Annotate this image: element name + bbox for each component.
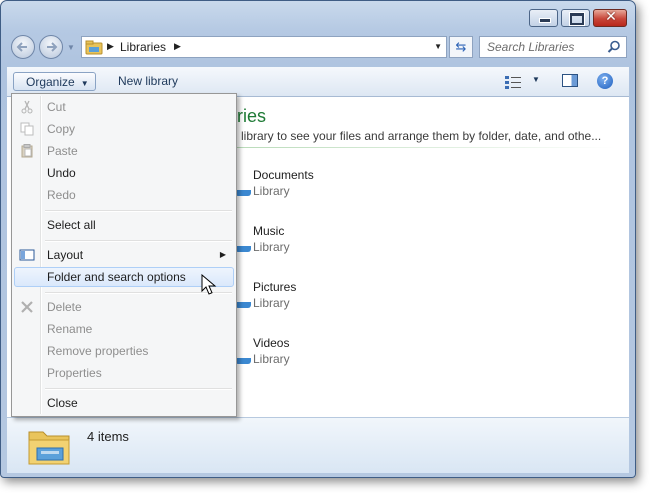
page-description: library to see your files and arrange th…: [241, 129, 602, 143]
address-history-chevron-down-icon[interactable]: ▼: [434, 42, 442, 51]
library-thumbnail-icon: [235, 190, 251, 196]
copy-icon: [20, 122, 34, 136]
menu-separator: [45, 210, 232, 212]
menu-item-label: Cut: [47, 100, 66, 114]
library-item-videos[interactable]: Videos Library: [253, 336, 290, 366]
submenu-arrow-icon: ▶: [219, 250, 226, 259]
search-input[interactable]: Search Libraries: [479, 36, 627, 58]
menu-item-label: Folder and search options: [47, 270, 186, 284]
menu-item-label: Remove properties: [47, 344, 149, 358]
divider: [235, 147, 615, 148]
preview-pane-icon[interactable]: [562, 74, 578, 87]
library-item-pictures[interactable]: Pictures Library: [253, 280, 296, 310]
page-title: ries: [237, 106, 267, 126]
search-icon[interactable]: [607, 40, 621, 54]
close-icon: ✕: [605, 9, 617, 25]
menu-item-label: Properties: [47, 366, 102, 380]
menu-item-properties[interactable]: Properties: [14, 363, 234, 383]
menu-item-layout[interactable]: Layout ▶: [14, 245, 234, 265]
library-type: Library: [253, 240, 290, 254]
scissors-icon: [21, 100, 33, 114]
forward-button[interactable]: [39, 35, 63, 59]
refresh-button[interactable]: ⇆: [449, 36, 473, 58]
library-name: Music: [253, 224, 285, 238]
refresh-icon: ⇆: [455, 39, 467, 54]
maximize-icon: [570, 13, 584, 25]
search-placeholder: Search Libraries: [487, 40, 575, 54]
recent-pages-chevron-down-icon[interactable]: ▼: [67, 43, 75, 52]
menu-item-label: Copy: [47, 122, 76, 136]
menu-item-label: Paste: [47, 144, 78, 158]
menu-item-close[interactable]: Close: [14, 393, 234, 413]
menu-item-label: Undo: [47, 166, 76, 180]
organize-label: Organize: [26, 75, 75, 89]
menu-item-copy[interactable]: Copy: [14, 119, 234, 139]
organize-menu: Cut Copy Paste Undo Redo Select all Layo…: [11, 93, 237, 417]
library-item-music[interactable]: Music Library: [253, 224, 290, 254]
close-button[interactable]: ✕: [593, 9, 627, 27]
menu-item-paste[interactable]: Paste: [14, 141, 234, 161]
back-arrow-icon: [16, 42, 27, 52]
change-view-icon[interactable]: [505, 75, 523, 89]
library-thumbnail-icon: [235, 358, 251, 364]
menu-item-cut[interactable]: Cut: [14, 97, 234, 117]
menu-item-label: Select all: [47, 218, 96, 232]
menu-item-delete[interactable]: Delete: [14, 297, 234, 317]
menu-item-remove-properties[interactable]: Remove properties: [14, 341, 234, 361]
layout-icon: [19, 249, 35, 261]
menu-item-redo[interactable]: Redo: [14, 185, 234, 205]
maximize-button[interactable]: [561, 9, 590, 27]
details-pane: 4 items: [7, 417, 629, 473]
forward-arrow-icon: [47, 42, 58, 52]
menu-item-rename[interactable]: Rename: [14, 319, 234, 339]
help-icon[interactable]: ?: [597, 73, 613, 89]
menu-item-undo[interactable]: Undo: [14, 163, 234, 183]
menu-item-label: Redo: [47, 188, 76, 202]
address-bar[interactable]: ▶ Libraries ▶ ▼: [81, 36, 447, 58]
menu-item-label: Rename: [47, 322, 93, 336]
menu-item-label: Layout: [47, 248, 84, 262]
delete-x-icon: [21, 301, 33, 313]
breadcrumb-libraries[interactable]: Libraries: [120, 40, 166, 54]
item-count: 4 items: [87, 429, 129, 444]
library-type: Library: [253, 296, 290, 310]
library-type: Library: [253, 184, 290, 198]
libraries-folder-icon: [85, 40, 103, 55]
organize-button[interactable]: Organize ▼: [13, 72, 96, 91]
breadcrumb-chevron-icon[interactable]: ▶: [174, 41, 181, 52]
library-name: Documents: [253, 168, 314, 182]
menu-separator: [45, 388, 232, 390]
menu-item-label: Delete: [47, 300, 82, 314]
breadcrumb-chevron-icon[interactable]: ▶: [107, 41, 114, 52]
mouse-pointer-icon: [201, 274, 217, 295]
library-name: Pictures: [253, 280, 297, 294]
back-button[interactable]: [11, 35, 35, 59]
library-type: Library: [253, 352, 290, 366]
view-options-chevron-down-icon[interactable]: ▼: [532, 75, 540, 84]
libraries-folder-icon: [28, 431, 70, 465]
library-thumbnail-icon: [235, 246, 251, 252]
library-item-documents[interactable]: Documents Library: [253, 168, 314, 198]
menu-item-select-all[interactable]: Select all: [14, 215, 234, 235]
library-name: Videos: [253, 336, 290, 350]
minimize-button[interactable]: [529, 9, 558, 27]
paste-icon: [21, 144, 33, 158]
minimize-icon: [539, 18, 551, 23]
library-thumbnail-icon: [235, 302, 251, 308]
new-library-button[interactable]: New library: [111, 72, 185, 91]
chevron-down-icon: ▼: [80, 79, 89, 88]
menu-item-label: Close: [47, 396, 78, 410]
menu-separator: [45, 240, 232, 242]
